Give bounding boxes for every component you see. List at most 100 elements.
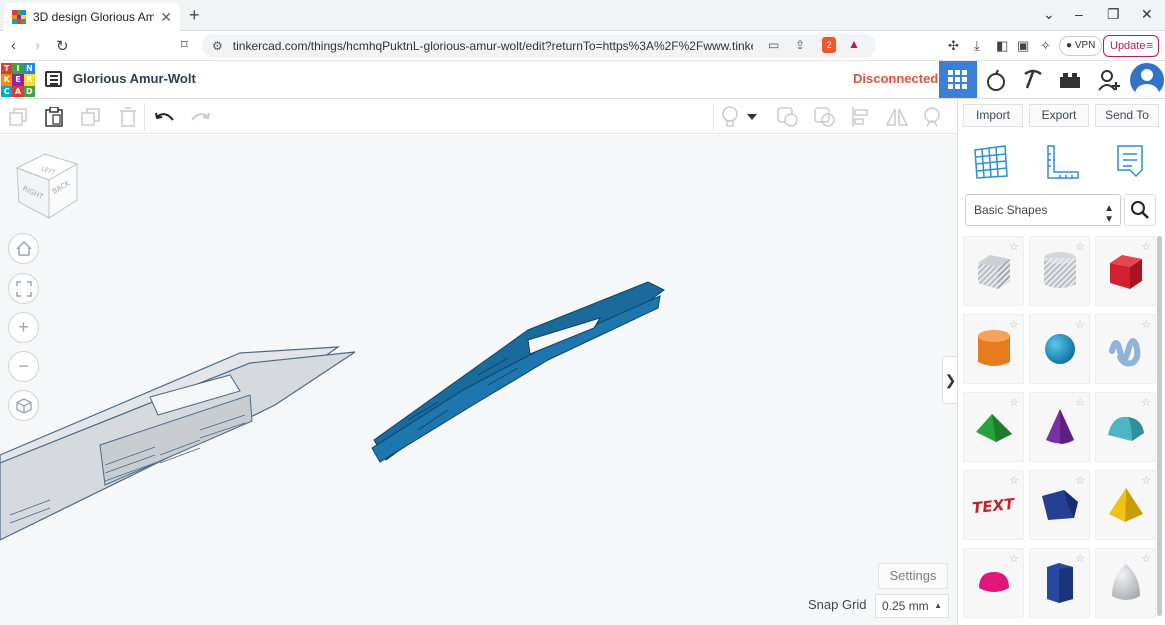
update-button[interactable]: Update ≡ (1103, 35, 1159, 57)
vpn-label: VPN (1074, 40, 1096, 51)
favorite-star-icon[interactable]: ☆ (1075, 474, 1085, 487)
favorite-star-icon[interactable]: ☆ (1009, 474, 1019, 487)
extensions-icon[interactable]: ✣ (948, 38, 959, 54)
shape-roof[interactable]: ☆ (963, 392, 1024, 462)
redo-icon[interactable] (188, 105, 212, 129)
favorite-star-icon[interactable]: ☆ (1075, 396, 1085, 409)
export-button[interactable]: Export (1029, 104, 1089, 127)
restore-icon[interactable]: ❐ (1107, 6, 1120, 23)
home-icon (15, 241, 32, 256)
workplane-icon[interactable] (971, 142, 1011, 182)
download-icon[interactable]: ⤓ (974, 38, 980, 54)
close-window-icon[interactable]: ✕ (1141, 6, 1153, 23)
reload-icon[interactable]: ↻ (56, 37, 69, 55)
favorite-star-icon[interactable]: ☆ (1075, 240, 1085, 253)
vpn-button[interactable]: ● VPN (1059, 36, 1103, 56)
design-menu-icon[interactable] (45, 71, 62, 87)
tab-close-icon[interactable]: ✕ (160, 9, 172, 26)
favorite-star-icon[interactable]: ☆ (1009, 318, 1019, 331)
import-button[interactable]: Import (963, 104, 1023, 127)
favorite-star-icon[interactable]: ☆ (1075, 318, 1085, 331)
shape-half-sphere[interactable]: ☆ (963, 548, 1024, 618)
bricks-button[interactable] (1051, 61, 1089, 98)
shape-library-select[interactable]: Basic Shapes ▲ ▼ (965, 194, 1121, 226)
favorite-star-icon[interactable]: ☆ (1141, 318, 1151, 331)
brave-rewards-icon[interactable]: ▲ (848, 37, 860, 51)
shape-cylinder[interactable]: ☆ (963, 314, 1024, 384)
workplane-viewport[interactable]: LEFT RIGHT BACK + − Settings Snap Grid 0… (0, 135, 957, 625)
bookmark-icon[interactable]: ⌑ (181, 37, 188, 53)
send-to-button[interactable]: Send To (1095, 104, 1159, 127)
back-icon[interactable]: ‹ (11, 37, 16, 54)
group-icon[interactable] (776, 105, 800, 129)
home-view-button[interactable] (8, 233, 39, 264)
ruler-icon[interactable] (1042, 142, 1082, 182)
favorite-star-icon[interactable]: ☆ (1141, 240, 1151, 253)
sim-lab-button[interactable] (977, 61, 1015, 98)
settings-button[interactable]: Settings (878, 563, 948, 589)
blue-tweezer-model[interactable] (368, 280, 668, 470)
cast-icon[interactable]: ▭ (768, 38, 779, 52)
ungroup-icon[interactable] (813, 105, 837, 129)
undo-icon[interactable] (153, 105, 177, 129)
collapse-panel-button[interactable]: ❯ (942, 356, 958, 404)
align-icon[interactable] (849, 105, 873, 129)
shape-paraboloid[interactable]: ☆ (1095, 548, 1156, 618)
shape-text[interactable]: TEXT ☆ (963, 470, 1024, 540)
favorite-star-icon[interactable]: ☆ (1141, 396, 1151, 409)
forward-icon[interactable]: › (35, 37, 40, 54)
browser-tab[interactable]: 3D design Glorious Amur-Wolt ✕ (4, 3, 180, 31)
lightbulb-icon[interactable] (718, 105, 742, 129)
shape-panel-scrollbar[interactable] (1157, 236, 1162, 616)
shape-search-button[interactable] (1124, 194, 1156, 226)
shape-box-hole[interactable]: ☆ (963, 236, 1024, 306)
grey-tweezer-model[interactable] (0, 335, 360, 545)
delete-icon[interactable] (116, 105, 140, 129)
view-cube[interactable]: LEFT RIGHT BACK (13, 150, 83, 222)
favorite-star-icon[interactable]: ☆ (1009, 552, 1019, 565)
favorite-star-icon[interactable]: ☆ (1141, 474, 1151, 487)
favorite-star-icon[interactable]: ☆ (1009, 240, 1019, 253)
favorite-star-icon[interactable]: ☆ (1075, 552, 1085, 565)
cruise-icon[interactable] (920, 105, 944, 129)
shape-sphere[interactable]: ☆ (1029, 314, 1090, 384)
snap-grid-select[interactable]: 0.25 mm ▲ (875, 594, 949, 618)
tinkercad-logo[interactable]: TIN KER CAD (1, 63, 35, 97)
fit-view-button[interactable] (8, 273, 39, 304)
chevron-right-icon: ❯ (944, 371, 957, 388)
user-avatar[interactable] (1130, 63, 1164, 97)
project-title[interactable]: Glorious Amur-Wolt (73, 71, 196, 86)
favorite-star-icon[interactable]: ☆ (1141, 552, 1151, 565)
sidebar-icon[interactable]: ◧ (996, 38, 1008, 54)
light-dropdown-icon[interactable] (745, 105, 759, 129)
tab-search-chevron-icon[interactable]: ⌄ (1043, 6, 1055, 23)
mirror-icon[interactable] (885, 105, 909, 129)
wallet-icon[interactable]: ▣ (1017, 38, 1029, 54)
half-sphere-icon (978, 572, 1009, 592)
minecraft-button[interactable] (1014, 61, 1052, 98)
site-settings-icon[interactable]: ⚙ (212, 39, 223, 53)
copy-icon[interactable] (6, 105, 30, 129)
paste-icon[interactable] (42, 105, 66, 129)
brave-shields-icon[interactable]: 2 (822, 37, 836, 53)
shape-cone[interactable]: ☆ (1029, 392, 1090, 462)
url-field[interactable]: ⚙ tinkercad.com/things/hcmhqPuktnL-glori… (202, 34, 876, 58)
favorite-star-icon[interactable]: ☆ (1009, 396, 1019, 409)
duplicate-icon[interactable] (79, 105, 103, 129)
shape-hexagonal-prism[interactable]: ☆ (1029, 548, 1090, 618)
3d-design-view-button[interactable] (939, 61, 977, 98)
invite-button[interactable] (1090, 61, 1128, 98)
new-tab-button[interactable]: + (189, 5, 200, 26)
notes-icon[interactable] (1110, 142, 1150, 182)
leo-ai-icon[interactable]: ✧ (1040, 38, 1051, 54)
shape-scribble[interactable]: ☆ (1095, 314, 1156, 384)
shape-pyramid[interactable]: ☆ (1095, 470, 1156, 540)
share-icon[interactable]: ⇪ (795, 38, 805, 52)
url-text: tinkercad.com/things/hcmhqPuktnL-gloriou… (232, 39, 753, 53)
shape-cylinder-hole[interactable]: ☆ (1029, 236, 1090, 306)
shape-polygon[interactable]: ☆ (1029, 470, 1090, 540)
shapes-panel: Import Export Send To Basic Shapes ▲▼ ☆ (957, 99, 1165, 625)
minimize-icon[interactable]: – (1075, 6, 1083, 22)
shape-box[interactable]: ☆ (1095, 236, 1156, 306)
shape-round-roof[interactable]: ☆ (1095, 392, 1156, 462)
